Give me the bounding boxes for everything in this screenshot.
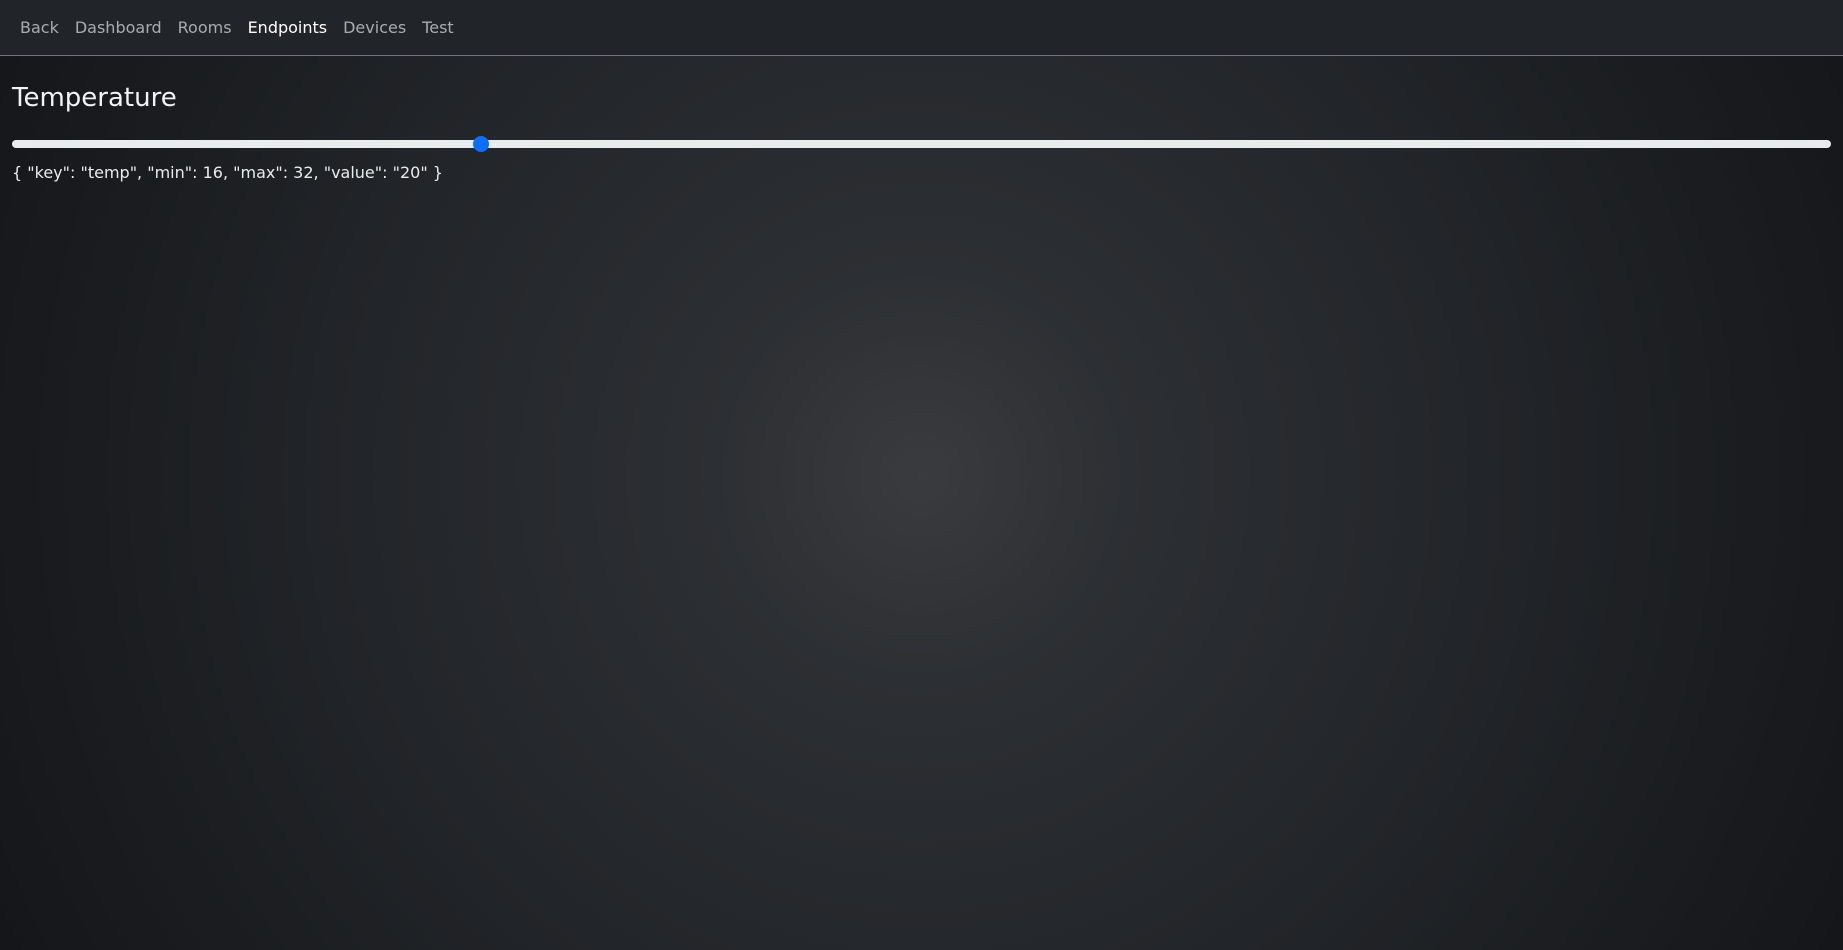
nav-test-link[interactable]: Test — [414, 0, 462, 56]
slider-track[interactable] — [12, 140, 1831, 148]
top-navbar: Back Dashboard Rooms Endpoints Devices T… — [0, 0, 1843, 56]
nav-devices-link[interactable]: Devices — [335, 0, 414, 56]
page-title: Temperature — [12, 83, 177, 113]
nav-back-link[interactable]: Back — [12, 0, 67, 56]
slider-thumb[interactable] — [472, 136, 489, 152]
slider-json-output: { "key": "temp", "min": 16, "max": 32, "… — [12, 163, 443, 182]
nav-dashboard-link[interactable]: Dashboard — [67, 0, 170, 56]
main-content: Temperature { "key": "temp", "min": 16, … — [12, 80, 1831, 184]
nav-rooms-link[interactable]: Rooms — [170, 0, 240, 56]
nav-endpoints-link[interactable]: Endpoints — [240, 0, 336, 56]
temperature-slider[interactable] — [12, 132, 1831, 156]
